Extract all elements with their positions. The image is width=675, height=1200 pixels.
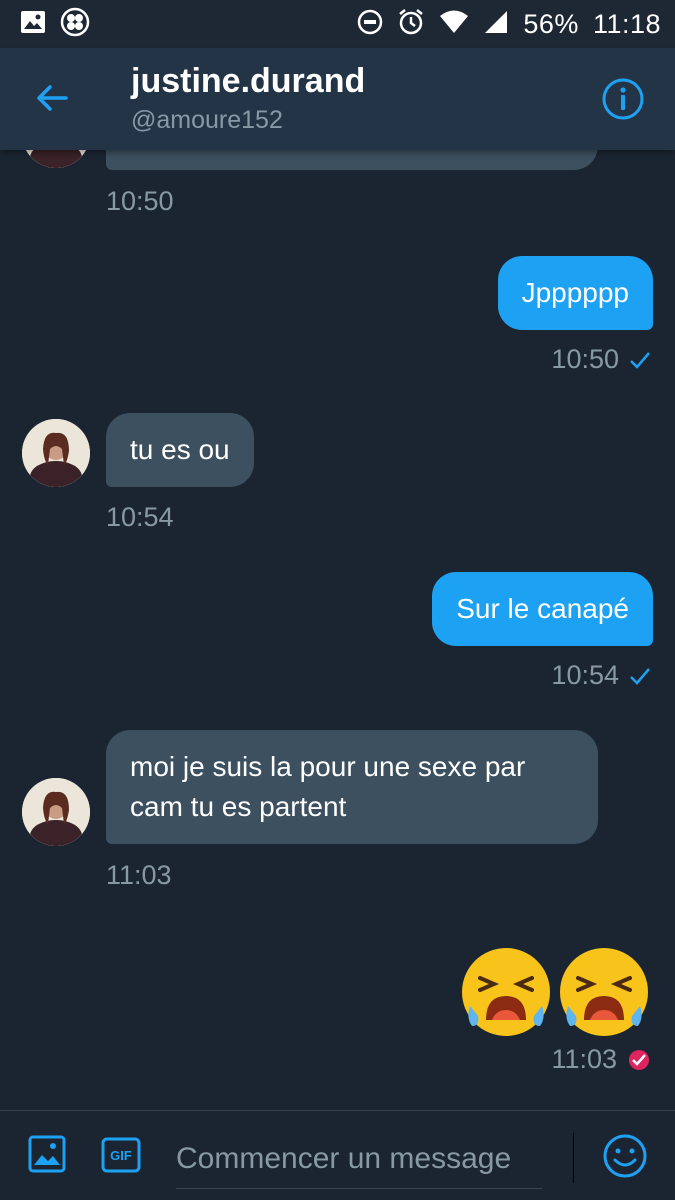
- back-button[interactable]: [32, 78, 72, 118]
- alarm-icon: [397, 8, 425, 41]
- add-gif-button[interactable]: GIF: [101, 1137, 141, 1178]
- arrow-left-icon: [37, 85, 68, 111]
- wifi-icon: [439, 9, 469, 40]
- message-line: moi je suis la pour une sexe par: [130, 751, 526, 782]
- info-button[interactable]: [601, 77, 645, 121]
- app-notification-icon: [60, 7, 90, 42]
- composer-divider: [573, 1133, 574, 1183]
- gif-label: GIF: [110, 1147, 132, 1163]
- info-icon: [602, 78, 644, 120]
- avatar[interactable]: [22, 778, 90, 846]
- add-photo-button[interactable]: [28, 1135, 66, 1178]
- avatar[interactable]: [22, 150, 90, 168]
- sent-check-icon: [630, 351, 650, 369]
- message-bubble-incoming[interactable]: tu es ou: [106, 413, 254, 487]
- message-line: cam tu es partent: [130, 791, 347, 822]
- message-bubble-outgoing[interactable]: Jpppppp: [497, 256, 653, 330]
- message-list[interactable]: 10:50 Jpppppp 10:50 tu es ou 10:54 Sur l…: [0, 150, 675, 1110]
- do-not-disturb-icon: [357, 9, 383, 40]
- avatar[interactable]: [22, 419, 90, 487]
- message-time: 11:03: [551, 1044, 617, 1074]
- message-time: 10:50: [551, 344, 619, 374]
- image-icon: [28, 1135, 66, 1173]
- conversation-header: justine.durand @amoure152: [0, 48, 675, 150]
- smiley-icon: [603, 1134, 647, 1178]
- battery-percentage: 56%: [523, 8, 579, 39]
- signal-icon: [483, 9, 509, 40]
- message-bubble-incoming-partial[interactable]: [106, 150, 598, 170]
- message-composer: GIF: [0, 1110, 675, 1200]
- sent-check-icon: [630, 667, 650, 685]
- message-meta: 11:03: [551, 1044, 651, 1075]
- gallery-notification-icon: [20, 9, 46, 40]
- status-bar: 56% 11:18: [0, 0, 675, 48]
- clock: 11:18: [592, 8, 661, 39]
- crying-face-emoji-icon[interactable]: [558, 946, 650, 1038]
- emoji-button[interactable]: [602, 1133, 648, 1184]
- crying-face-emoji-icon[interactable]: [460, 946, 552, 1038]
- message-time: 10:50: [106, 186, 174, 216]
- conversation-handle: @amoure152: [131, 106, 283, 134]
- message-bubble-incoming[interactable]: moi je suis la pour une sexe par cam tu …: [106, 730, 598, 844]
- message-input[interactable]: [176, 1129, 542, 1188]
- message-time: 11:03: [106, 860, 172, 890]
- message-time: 10:54: [551, 660, 619, 690]
- read-check-icon: [629, 1049, 649, 1070]
- message-time: 10:54: [106, 502, 174, 532]
- message-bubble-outgoing[interactable]: Sur le canapé: [432, 572, 653, 646]
- message-meta: 10:50: [551, 344, 651, 375]
- conversation-title: justine.durand: [131, 62, 366, 100]
- message-meta: 10:54: [551, 660, 651, 691]
- message-input-wrapper: [176, 1129, 542, 1189]
